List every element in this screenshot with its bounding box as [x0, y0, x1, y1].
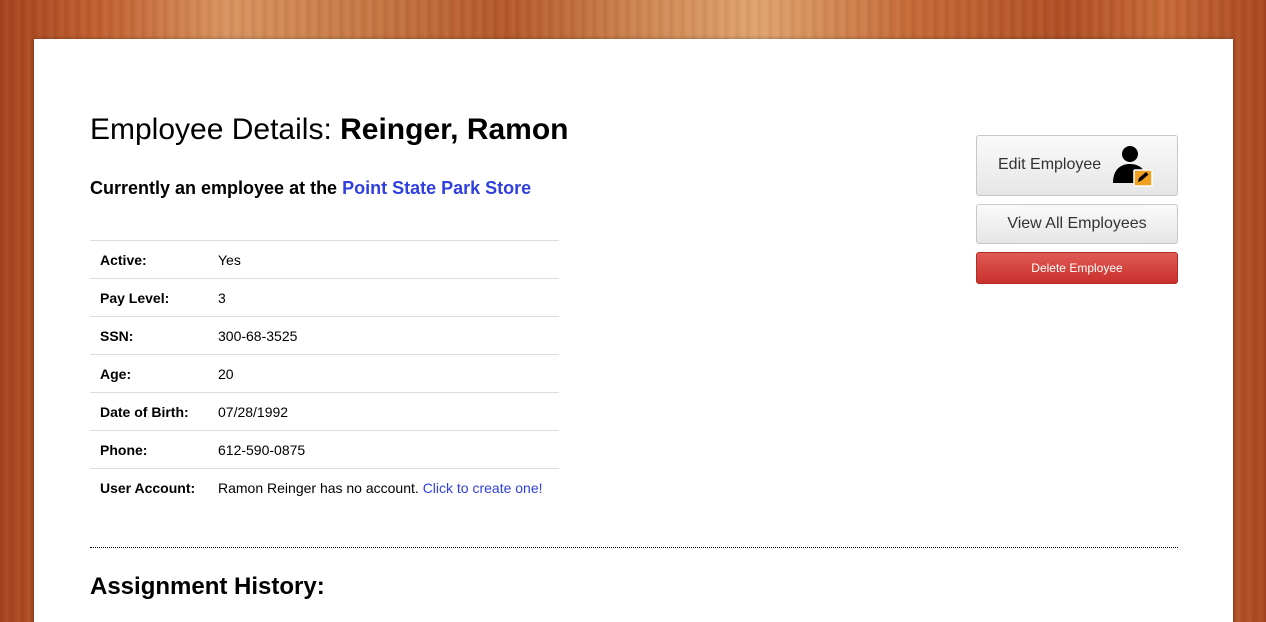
content-panel: Employee Details: Reinger, Ramon Current… — [34, 39, 1233, 622]
detail-label: Pay Level: — [100, 289, 170, 306]
assignment-history-heading: Assignment History: — [90, 573, 325, 600]
store-link[interactable]: Point State Park Store — [342, 178, 531, 198]
table-row: Active: Yes — [90, 240, 559, 279]
page-title: Employee Details: Reinger, Ramon — [90, 112, 569, 148]
table-row: SSN: 300-68-3525 — [90, 316, 559, 355]
employee-details-table: Active: Yes Pay Level: 3 SSN: 300-68-352… — [90, 240, 559, 507]
employment-prefix: Currently an employee at the — [90, 178, 338, 198]
detail-value: 300-68-3525 — [218, 327, 298, 344]
table-row: Pay Level: 3 — [90, 278, 559, 317]
create-account-link[interactable]: Click to create one! — [423, 480, 543, 496]
detail-value: 612-590-0875 — [218, 441, 306, 458]
detail-value: 3 — [218, 289, 226, 306]
employment-status: Currently an employee at the Point State… — [90, 178, 531, 199]
delete-employee-button[interactable]: Delete Employee — [976, 252, 1178, 284]
detail-label: Active: — [100, 251, 147, 268]
view-all-employees-button[interactable]: View All Employees — [976, 204, 1178, 244]
edit-employee-label: Edit Employee — [998, 156, 1102, 173]
detail-label: Phone: — [100, 441, 148, 458]
detail-label: Age: — [100, 365, 132, 382]
page-title-prefix: Employee Details: — [90, 113, 332, 146]
detail-label: User Account: — [100, 479, 196, 496]
edit-employee-button[interactable]: Edit Employee — [976, 135, 1178, 196]
detail-value: Ramon Reinger has no account. Click to c… — [208, 469, 559, 507]
table-row: Date of Birth: 07/28/1992 — [90, 392, 559, 431]
table-row: User Account: Ramon Reinger has no accou… — [90, 468, 559, 507]
user-edit-icon — [1113, 146, 1153, 187]
user-account-text: Ramon Reinger has no account. — [218, 479, 419, 496]
section-divider — [90, 547, 1178, 548]
table-row: Age: 20 — [90, 354, 559, 393]
table-row: Phone: 612-590-0875 — [90, 430, 559, 469]
employee-name: Reinger, Ramon — [340, 113, 569, 146]
detail-label: Date of Birth: — [100, 403, 189, 420]
detail-label: SSN: — [100, 327, 134, 344]
detail-value: Yes — [218, 251, 241, 268]
detail-value: 07/28/1992 — [218, 403, 289, 420]
detail-value: 20 — [218, 365, 234, 382]
